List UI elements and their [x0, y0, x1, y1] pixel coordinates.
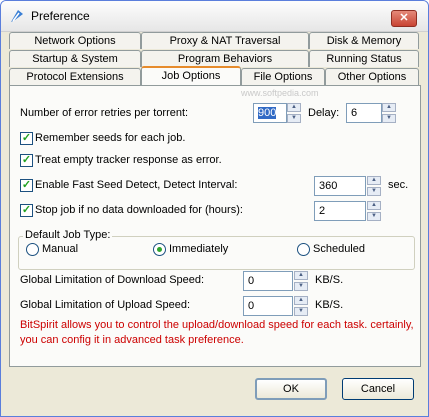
cancel-button[interactable]: Cancel — [342, 378, 414, 400]
spin-up-icon[interactable]: ▲ — [367, 201, 381, 210]
spin-up-icon[interactable]: ▲ — [287, 103, 301, 112]
tab-row-1: Network Options Proxy & NAT Traversal Di… — [9, 32, 419, 49]
radio-immediately-label: Immediately — [169, 243, 229, 255]
radio-immediately[interactable] — [153, 243, 166, 256]
window-title: Preference — [31, 9, 90, 23]
tab-startup-system[interactable]: Startup & System — [9, 50, 141, 67]
stop-job-hours-input[interactable]: 2 — [314, 201, 366, 221]
close-button[interactable]: ✕ — [391, 10, 417, 27]
treat-empty-label: Treat empty tracker response as error. — [35, 154, 222, 166]
tab-program-behaviors[interactable]: Program Behaviors — [141, 50, 309, 67]
upload-limit-unit: KB/S. — [315, 299, 344, 311]
radio-selected-dot — [157, 247, 162, 252]
spin-down-icon[interactable]: ▼ — [294, 307, 308, 316]
tab-running-status[interactable]: Running Status — [309, 50, 419, 67]
tab-file-options[interactable]: File Options — [241, 68, 325, 85]
fast-seed-interval-input[interactable]: 360 — [314, 176, 366, 196]
tab-proxy-nat-traversal[interactable]: Proxy & NAT Traversal — [141, 32, 309, 49]
stop-job-checkbox[interactable]: ✓ — [20, 204, 33, 217]
fast-seed-label: Enable Fast Seed Detect, Detect Interval… — [35, 179, 238, 191]
radio-scheduled-label: Scheduled — [313, 243, 365, 255]
retries-label: Number of error retries per torrent: — [20, 107, 189, 119]
preference-window: Preference ✕ Network Options Proxy & NAT… — [0, 0, 429, 417]
spin-down-icon[interactable]: ▼ — [287, 114, 301, 123]
delay-spinner[interactable]: ▲ ▼ — [382, 103, 396, 123]
spin-down-icon[interactable]: ▼ — [367, 212, 381, 221]
remember-seeds-label: Remember seeds for each job. — [35, 132, 186, 144]
speed-info-text: BitSpirit allows you to control the uplo… — [20, 319, 414, 346]
radio-manual-label: Manual — [42, 243, 79, 255]
treat-empty-checkbox[interactable]: ✓ — [20, 154, 33, 167]
ok-button[interactable]: OK — [255, 378, 327, 400]
delay-label: Delay: — [308, 107, 340, 119]
remember-seeds-checkbox[interactable]: ✓ — [20, 132, 33, 145]
download-limit-spinner[interactable]: ▲ ▼ — [294, 271, 308, 291]
stop-job-label: Stop job if no data downloaded for (hour… — [35, 204, 243, 216]
tab-disk-memory[interactable]: Disk & Memory — [309, 32, 419, 49]
spin-up-icon[interactable]: ▲ — [382, 103, 396, 112]
job-type-title: Default Job Type: — [23, 229, 113, 241]
download-limit-unit: KB/S. — [315, 274, 344, 286]
spin-up-icon[interactable]: ▲ — [367, 176, 381, 185]
bitspirit-app-icon — [9, 8, 25, 24]
spin-down-icon[interactable]: ▼ — [294, 282, 308, 291]
upload-limit-spinner[interactable]: ▲ ▼ — [294, 296, 308, 316]
radio-manual[interactable] — [26, 243, 39, 256]
fast-seed-spinner[interactable]: ▲ ▼ — [367, 176, 381, 196]
tab-other-options[interactable]: Other Options — [325, 68, 419, 85]
tab-job-options[interactable]: Job Options — [141, 66, 241, 85]
stop-job-spinner[interactable]: ▲ ▼ — [367, 201, 381, 221]
watermark: www.softpedia.com — [241, 88, 319, 98]
upload-limit-label: Global Limitation of Upload Speed: — [20, 299, 190, 311]
download-limit-label: Global Limitation of Download Speed: — [20, 274, 205, 286]
upload-limit-input[interactable]: 0 — [243, 296, 293, 316]
radio-scheduled[interactable] — [297, 243, 310, 256]
spin-down-icon[interactable]: ▼ — [367, 187, 381, 196]
tab-row-3: Protocol Extensions Job Options File Opt… — [9, 66, 419, 85]
retries-value: 900 — [258, 107, 277, 119]
fast-seed-unit: sec. — [388, 179, 409, 191]
delay-input[interactable]: 6 — [346, 103, 382, 123]
title-bar: Preference ✕ — [1, 1, 428, 32]
fast-seed-checkbox[interactable]: ✓ — [20, 179, 33, 192]
retries-input[interactable]: 900 — [253, 103, 287, 123]
tab-row-2: Startup & System Program Behaviors Runni… — [9, 50, 419, 67]
tab-protocol-extensions[interactable]: Protocol Extensions — [9, 68, 141, 85]
retries-spinner[interactable]: ▲ ▼ — [287, 103, 301, 123]
tab-network-options[interactable]: Network Options — [9, 32, 141, 49]
download-limit-input[interactable]: 0 — [243, 271, 293, 291]
spin-down-icon[interactable]: ▼ — [382, 114, 396, 123]
spin-up-icon[interactable]: ▲ — [294, 296, 308, 305]
spin-up-icon[interactable]: ▲ — [294, 271, 308, 280]
